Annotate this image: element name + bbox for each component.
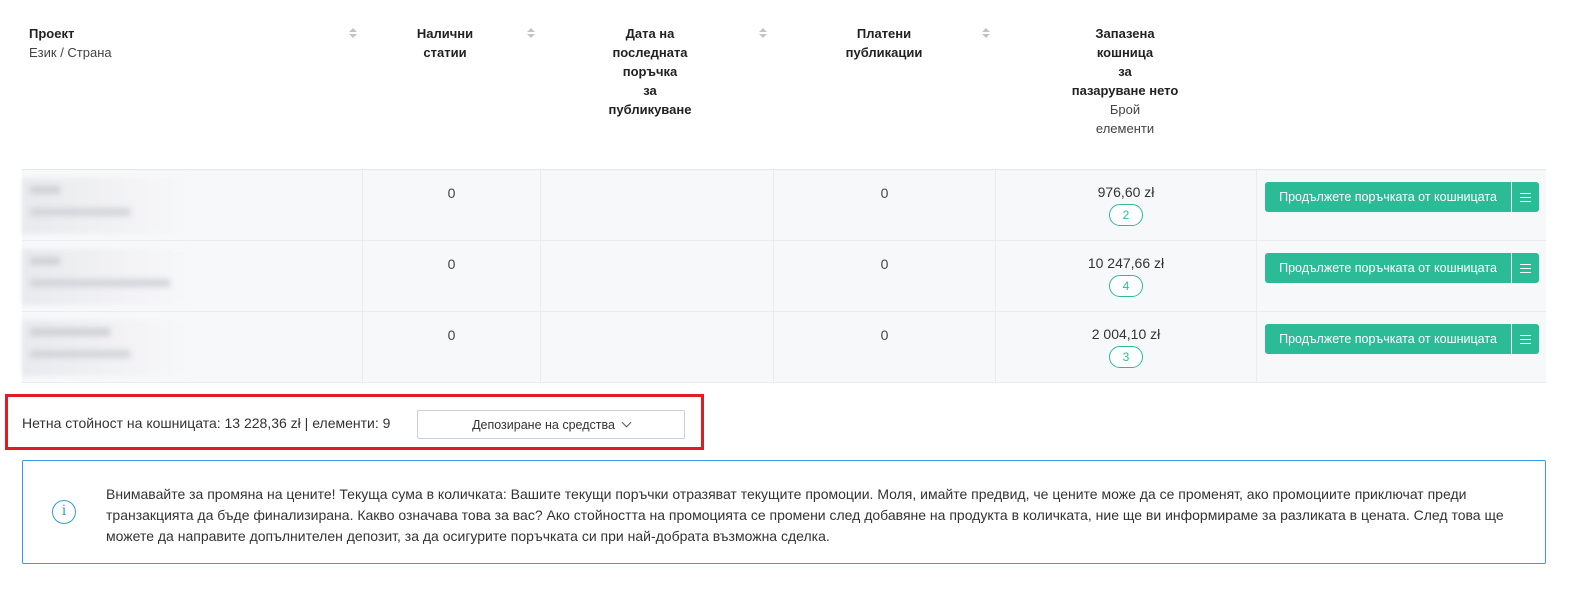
hamburger-icon (1520, 334, 1531, 344)
continue-order-button[interactable]: Продължете поръчката от кошницата (1265, 182, 1511, 212)
hamburger-icon (1520, 192, 1531, 202)
items-count-badge: 2 (1109, 204, 1143, 226)
items-count-badge: 4 (1109, 275, 1143, 297)
column-saved-cart: Запазена кошница за пазаруване нето Брой… (1071, 26, 1179, 136)
last-order-cell (540, 312, 773, 382)
sort-icon[interactable] (759, 28, 767, 40)
table-row: 0 0 10 247,66 zł 4 Продължете поръчката … (22, 241, 1546, 312)
row-menu-button[interactable] (1512, 253, 1539, 283)
project-cell (22, 312, 362, 382)
actions-cell: Продължете поръчката от кошницата (1256, 241, 1546, 311)
actions-cell: Продължете поръчката от кошницата (1256, 312, 1546, 382)
project-cell (22, 170, 362, 240)
cart-value-cell: 2 004,10 zł 3 (995, 312, 1256, 382)
sort-icon[interactable] (349, 28, 357, 40)
actions-cell: Продължете поръчката от кошницата (1256, 170, 1546, 240)
cart-net-value: Нетна стойност на кошницата: 13 228,36 z… (22, 415, 391, 431)
paid-publications-cell: 0 (773, 312, 995, 382)
paid-publications-cell: 0 (773, 241, 995, 311)
row-menu-button[interactable] (1512, 324, 1539, 354)
items-count-badge: 3 (1109, 346, 1143, 368)
cart-table: Проект Език / Страна Налични статии Дата… (22, 0, 1546, 383)
available-articles-cell: 0 (362, 241, 540, 311)
row-menu-button[interactable] (1512, 182, 1539, 212)
project-cell (22, 241, 362, 311)
last-order-cell (540, 170, 773, 240)
chevron-down-icon (621, 417, 632, 427)
column-available-articles[interactable]: Налични статии (367, 24, 523, 62)
cart-summary: Нетна стойност на кошницата: 13 228,36 z… (5, 394, 704, 450)
table-header: Проект Език / Страна Налични статии Дата… (22, 0, 1546, 170)
last-order-cell (540, 241, 773, 311)
paid-publications-cell: 0 (773, 170, 995, 240)
cart-value-cell: 10 247,66 zł 4 (995, 241, 1256, 311)
info-icon: i (52, 500, 76, 524)
sort-icon[interactable] (527, 28, 535, 40)
table-row: 0 0 976,60 zł 2 Продължете поръчката от … (22, 170, 1546, 241)
sort-icon[interactable] (982, 28, 990, 40)
cart-value-cell: 976,60 zł 2 (995, 170, 1256, 240)
column-paid-publications[interactable]: Платени публикации (802, 24, 966, 62)
hamburger-icon (1520, 263, 1531, 273)
available-articles-cell: 0 (362, 170, 540, 240)
continue-order-button[interactable]: Продължете поръчката от кошницата (1265, 324, 1511, 354)
table-row: 0 0 2 004,10 zł 3 Продължете поръчката о… (22, 312, 1546, 383)
alert-message: Внимавайте за промяна на цените! Текуща … (106, 486, 1504, 544)
available-articles-cell: 0 (362, 312, 540, 382)
column-project[interactable]: Проект Език / Страна (29, 24, 349, 62)
deposit-funds-dropdown[interactable]: Депозиране на средства (417, 410, 685, 439)
column-last-order-date[interactable]: Дата на последната поръчка за публикуван… (562, 24, 738, 119)
continue-order-button[interactable]: Продължете поръчката от кошницата (1265, 253, 1511, 283)
price-change-alert: i Внимавайте за промяна на цените! Текущ… (22, 460, 1546, 564)
